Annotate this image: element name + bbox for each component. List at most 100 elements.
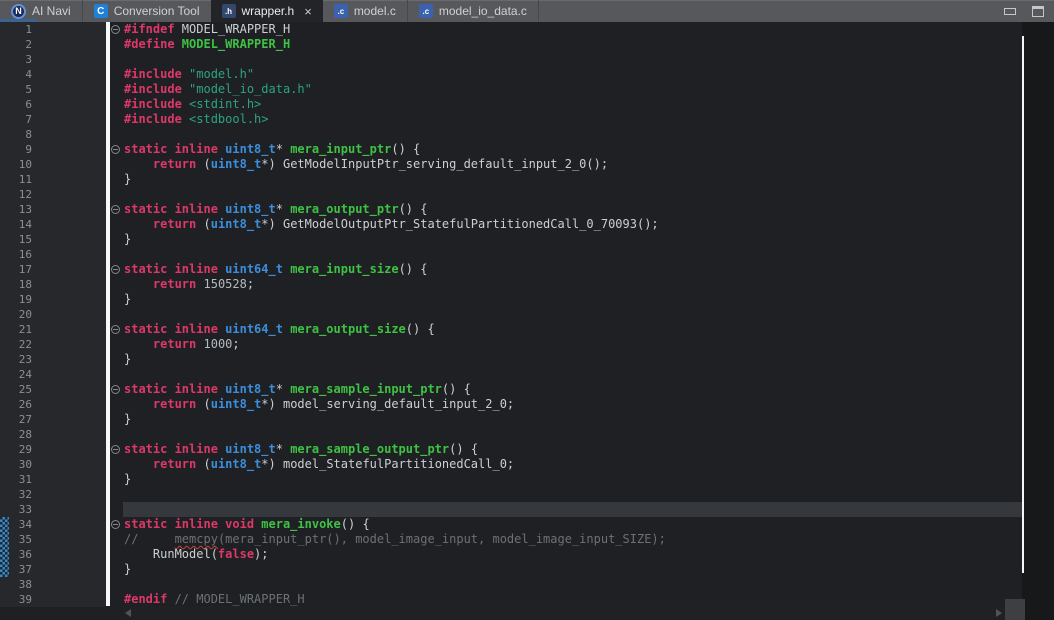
fold-margin	[110, 22, 123, 620]
code-token: }	[124, 352, 131, 366]
line-number: 27	[0, 412, 32, 427]
vertical-scrollbar-thumb[interactable]	[1022, 36, 1024, 573]
tab-wrapper.h[interactable]: .h wrapper.h ×	[211, 0, 323, 22]
n-circle-icon: N	[11, 4, 26, 19]
code-token: uint8_t	[225, 442, 276, 456]
code-token: static inline	[124, 142, 225, 156]
code-line: // memcpy(mera_input_ptr(), model_image_…	[123, 532, 1022, 547]
line-number: 24	[0, 367, 32, 382]
window-controls	[1004, 0, 1044, 22]
code-token: uint8_t	[225, 202, 276, 216]
horizontal-scrollbar[interactable]	[123, 606, 1005, 620]
code-token: *) model_StatefulPartitionedCall_0;	[261, 457, 514, 471]
code-token: *	[276, 202, 290, 216]
code-token: mera_output_size	[290, 322, 406, 336]
line-number: 6	[0, 97, 32, 112]
code-editor[interactable]: 1234567891011121314151617181920212223242…	[0, 22, 1054, 620]
code-token: uint8_t	[211, 217, 262, 231]
line-number: 20	[0, 307, 32, 322]
close-icon[interactable]: ×	[304, 5, 312, 18]
code-line: RunModel(false);	[123, 547, 1022, 562]
code-token: <stdint.h>	[182, 97, 261, 111]
code-token: uint8_t	[211, 397, 262, 411]
code-token: static inline void	[124, 517, 261, 531]
scroll-right-arrow-icon[interactable]	[996, 609, 1002, 617]
code-token: (	[196, 157, 210, 171]
line-number: 29	[0, 442, 32, 457]
code-line: #include <stdbool.h>	[123, 112, 1022, 127]
tab-label: wrapper.h	[242, 4, 295, 18]
fold-collapse-icon[interactable]	[111, 25, 120, 34]
fold-collapse-icon[interactable]	[111, 385, 120, 394]
code-token: return	[153, 157, 196, 171]
fold-collapse-icon[interactable]	[111, 520, 120, 529]
line-number: 28	[0, 427, 32, 442]
code-token: return	[153, 397, 196, 411]
tab-model-io-data.c[interactable]: .cmodel_io_data.c	[407, 0, 539, 22]
code-token	[124, 157, 153, 171]
minimize-icon[interactable]	[1004, 8, 1016, 15]
line-number: 1	[0, 22, 32, 37]
tab-model.c[interactable]: .cmodel.c	[323, 0, 407, 22]
code-token: MODEL_WRAPPER_H	[175, 22, 291, 36]
code-token: () {	[442, 382, 471, 396]
line-number: 18	[0, 277, 32, 292]
line-number: 2	[0, 37, 32, 52]
fold-collapse-icon[interactable]	[111, 145, 120, 154]
line-number: 32	[0, 487, 32, 502]
code-line: static inline uint64_t mera_output_size(…	[123, 322, 1022, 337]
code-token	[196, 337, 203, 351]
vertical-scrollbar[interactable]	[1022, 22, 1054, 620]
code-line: }	[123, 412, 1022, 427]
line-number: 9	[0, 142, 32, 157]
code-token: "model.h"	[182, 67, 254, 81]
code-token: return	[153, 217, 196, 231]
line-number: 7	[0, 112, 32, 127]
code-token: uint8_t	[211, 457, 262, 471]
code-token: #ifndef	[124, 22, 175, 36]
code-token	[124, 217, 153, 231]
code-token: *) GetModelOutputPtr_StatefulPartitioned…	[261, 217, 658, 231]
tab-conversion-tool[interactable]: CConversion Tool	[82, 0, 211, 22]
code-line: static inline uint64_t mera_input_size()…	[123, 262, 1022, 277]
line-number: 3	[0, 52, 32, 67]
code-token: ;	[232, 337, 239, 351]
code-line: }	[123, 172, 1022, 187]
code-line: }	[123, 352, 1022, 367]
code-token	[124, 457, 153, 471]
code-line: return 1000;	[123, 337, 1022, 352]
file-h-icon: .h	[222, 4, 236, 18]
code-area[interactable]: #ifndef MODEL_WRAPPER_H#define MODEL_WRA…	[123, 22, 1022, 607]
code-token: () {	[391, 142, 420, 156]
line-number: 10	[0, 157, 32, 172]
line-number: 11	[0, 172, 32, 187]
code-line: }	[123, 292, 1022, 307]
code-token: static inline	[124, 262, 225, 276]
fold-collapse-icon[interactable]	[111, 445, 120, 454]
tab-label: Conversion Tool	[114, 4, 200, 18]
line-number-gutter: 1234567891011121314151617181920212223242…	[0, 22, 106, 607]
fold-collapse-icon[interactable]	[111, 325, 120, 334]
file-c-icon: .c	[334, 4, 348, 18]
code-token: uint64_t	[225, 322, 283, 336]
code-line: #include "model.h"	[123, 67, 1022, 82]
code-token: <stdbool.h>	[182, 112, 269, 126]
line-number: 31	[0, 472, 32, 487]
file-c-icon: .c	[419, 4, 433, 18]
code-line: }	[123, 472, 1022, 487]
code-line: #define MODEL_WRAPPER_H	[123, 37, 1022, 52]
code-token: () {	[399, 262, 428, 276]
tab-list: NAI NaviCConversion Tool.hwrapper.h×.cmo…	[0, 0, 539, 22]
line-number: 21	[0, 322, 32, 337]
maximize-icon[interactable]	[1032, 6, 1044, 17]
line-number: 13	[0, 202, 32, 217]
scroll-left-arrow-icon[interactable]	[125, 609, 131, 617]
code-token: (	[196, 217, 210, 231]
code-token: #define	[124, 37, 175, 51]
fold-collapse-icon[interactable]	[111, 205, 120, 214]
fold-collapse-icon[interactable]	[111, 265, 120, 274]
code-token: #include	[124, 82, 182, 96]
code-token: uint8_t	[225, 142, 276, 156]
code-line: static inline uint8_t* mera_sample_input…	[123, 382, 1022, 397]
code-line	[123, 577, 1022, 592]
